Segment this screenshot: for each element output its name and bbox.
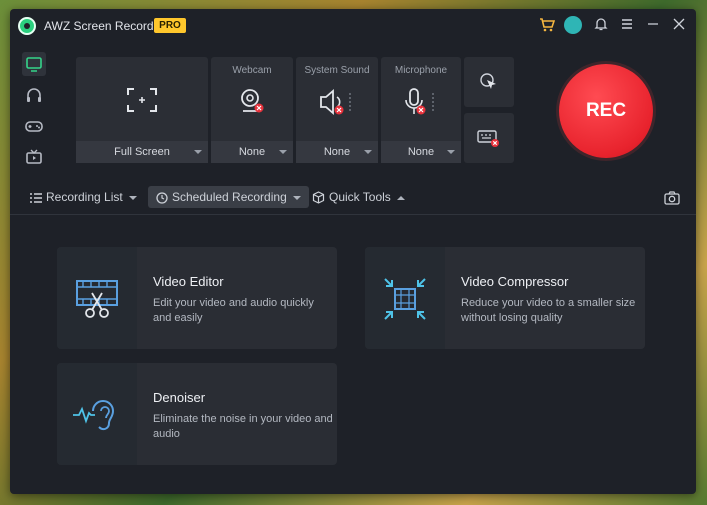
box-icon — [312, 191, 325, 204]
avatar[interactable] — [564, 16, 582, 34]
speaker-off-icon — [317, 87, 357, 122]
monitor-icon — [26, 57, 42, 72]
cursor-click-icon — [480, 73, 496, 89]
app-window: AWZ Screen Recorder PRO Full Screen Webc… — [10, 9, 696, 494]
microphone-panel[interactable]: Microphone None — [381, 57, 461, 163]
cart-icon[interactable] — [538, 17, 556, 35]
headphones-icon — [27, 88, 41, 102]
video-editor-thumb — [57, 247, 137, 349]
system-sound-select[interactable]: None — [296, 141, 378, 163]
app-title: AWZ Screen Recorder — [44, 19, 165, 33]
card-title: Video Editor — [153, 274, 224, 289]
scheduled-recording-label: Scheduled Recording — [172, 190, 287, 204]
chevron-up-icon — [396, 195, 405, 200]
scheduled-recording-dropdown[interactable]: Scheduled Recording — [148, 186, 309, 208]
sidebar-item-game[interactable] — [22, 114, 46, 138]
pro-badge[interactable]: PRO — [154, 18, 186, 33]
screen-mode-select[interactable]: Full Screen — [76, 141, 208, 163]
system-sound-label: System Sound — [304, 65, 370, 76]
quick-tools-dropdown[interactable]: Quick Tools — [312, 186, 405, 208]
ear-wave-icon — [73, 400, 115, 431]
app-logo-icon — [18, 17, 36, 35]
webcam-label: Webcam — [232, 65, 272, 76]
fullscreen-icon — [126, 87, 158, 118]
microphone-off-icon — [401, 87, 441, 122]
chevron-down-icon — [128, 195, 137, 200]
video-editor-icon — [76, 280, 118, 318]
recording-list-dropdown[interactable]: Recording List — [30, 186, 137, 208]
denoiser-card[interactable]: Denoiser Eliminate the noise in your vid… — [57, 363, 337, 465]
card-description: Reduce your video to a smaller size with… — [461, 297, 636, 324]
camera-icon — [664, 191, 680, 205]
keyboard-off-icon — [477, 130, 499, 147]
system-sound-panel[interactable]: System Sound None — [296, 57, 378, 163]
screenshot-button[interactable] — [664, 186, 680, 208]
title-bar: AWZ Screen Recorder PRO — [10, 9, 696, 43]
keystroke-button[interactable] — [464, 113, 514, 163]
quick-tools-label: Quick Tools — [329, 190, 391, 204]
clock-icon — [156, 192, 168, 204]
rec-button[interactable]: REC — [559, 64, 653, 158]
card-description: Edit your video and audio quickly and ea… — [153, 297, 314, 324]
menu-icon[interactable] — [618, 17, 636, 35]
video-compressor-thumb — [365, 247, 445, 349]
sidebar-item-screen[interactable] — [22, 52, 46, 76]
screen-source-panel[interactable]: Full Screen — [76, 57, 208, 163]
toolbar: Recording List Scheduled Recording Quick… — [10, 179, 696, 215]
gamepad-icon — [25, 121, 43, 132]
card-description: Eliminate the noise in your video and au… — [153, 413, 333, 440]
microphone-label: Microphone — [394, 65, 448, 76]
close-icon[interactable] — [670, 17, 688, 35]
cursor-effects-button[interactable] — [464, 57, 514, 107]
webcam-off-icon — [237, 87, 267, 120]
video-compressor-icon — [384, 278, 426, 320]
card-title: Denoiser — [153, 390, 206, 405]
denoiser-thumb — [57, 363, 137, 465]
sidebar-item-tv[interactable] — [22, 145, 46, 169]
video-compressor-card[interactable]: Video Compressor Reduce your video to a … — [365, 247, 645, 349]
minimize-icon[interactable] — [644, 17, 662, 35]
tv-icon — [26, 149, 42, 164]
microphone-select[interactable]: None — [381, 141, 461, 163]
webcam-select[interactable]: None — [211, 141, 293, 163]
card-title: Video Compressor — [461, 274, 569, 289]
bell-icon[interactable] — [592, 17, 610, 35]
video-editor-card[interactable]: Video Editor Edit your video and audio q… — [57, 247, 337, 349]
list-icon — [30, 193, 42, 203]
webcam-panel[interactable]: Webcam None — [211, 57, 293, 163]
chevron-down-icon — [292, 195, 301, 200]
sidebar-item-audio[interactable] — [22, 83, 46, 107]
recording-list-label: Recording List — [46, 190, 123, 204]
